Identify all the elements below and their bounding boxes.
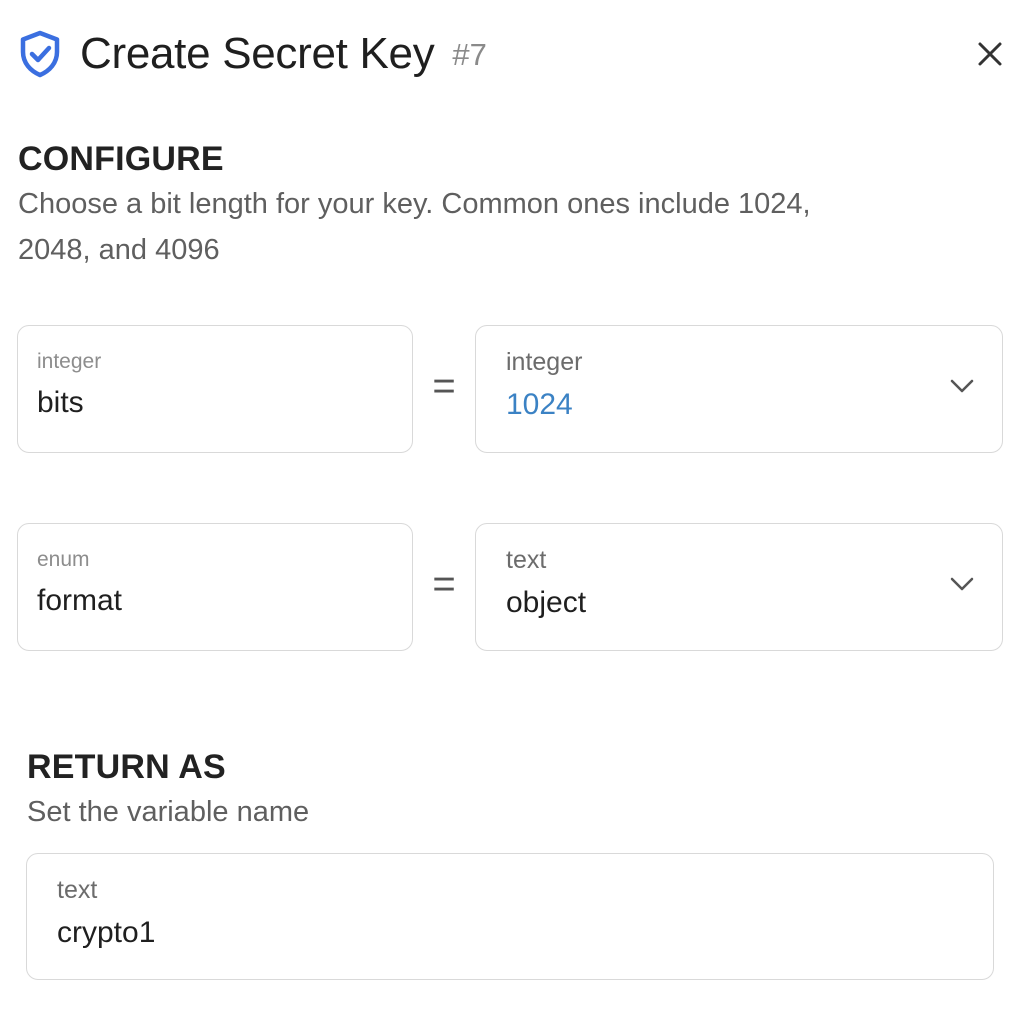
field-type-label: text [57,876,98,904]
param-value: object [506,586,587,619]
configure-description-line-1: Choose a bit length for your key. Common… [18,188,811,220]
step-number: #7 [452,37,487,72]
equals-sign: = [432,364,456,408]
chevron-down-icon[interactable] [948,376,976,396]
param-name-field-bits[interactable]: integer bits [17,325,413,453]
return-as-section-title: RETURN AS [27,748,226,786]
param-value-select-bits[interactable]: integer 1024 [475,325,1003,453]
return-variable-name-input[interactable]: text crypto1 [26,853,994,980]
param-name-field-format[interactable]: enum format [17,523,413,651]
param-type-label: enum [37,548,90,571]
param-type-label: integer [37,350,102,373]
return-as-description: Set the variable name [27,796,310,828]
param-value: 1024 [506,388,573,421]
close-icon[interactable] [972,36,1008,72]
chevron-down-icon[interactable] [948,574,976,594]
variable-name-value: crypto1 [57,916,156,949]
configure-description-line-2: 2048, and 4096 [18,234,220,266]
param-name-value: format [37,584,123,617]
param-name-value: bits [37,386,84,419]
shield-check-icon [20,30,60,78]
param-value-select-format[interactable]: text object [475,523,1003,651]
value-type-label: text [506,546,547,574]
equals-sign: = [432,562,456,606]
create-secret-key-panel: Create Secret Key #7 CONFIGURE Choose a … [0,0,1016,1016]
configure-section-title: CONFIGURE [18,140,224,178]
configure-description: Choose a bit length for your key. Common… [18,181,811,273]
panel-header: Create Secret Key #7 [18,26,487,82]
value-type-label: integer [506,348,583,376]
page-title: Create Secret Key [80,29,435,78]
